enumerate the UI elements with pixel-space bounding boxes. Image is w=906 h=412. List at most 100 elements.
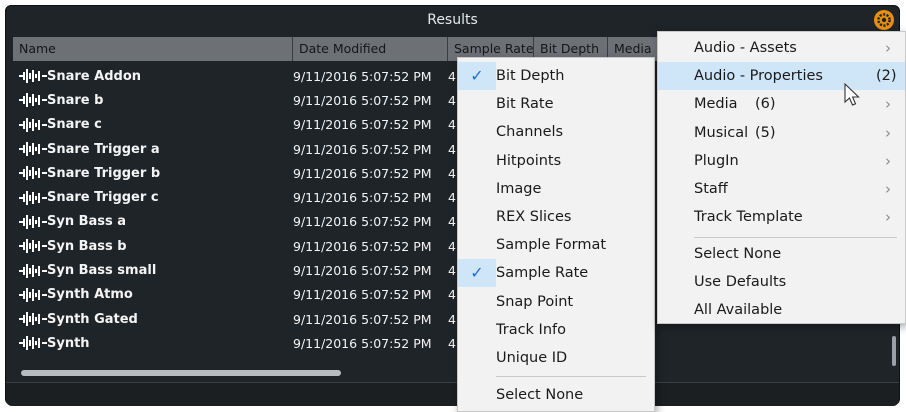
item-date-modified: 9/11/2016 5:07:52 PM — [293, 92, 432, 108]
menu-item-bit-depth[interactable]: ✓ Bit Depth — [458, 62, 654, 90]
item-date-modified: 9/11/2016 5:07:52 PM — [293, 214, 432, 230]
item-sample-rate: 4 — [448, 141, 456, 157]
menu-item-media[interactable]: Media (6) › — [658, 90, 905, 118]
column-header-date-modified[interactable]: Date Modified — [293, 37, 448, 61]
menu-item-count: (5) — [755, 124, 776, 141]
waveform-icon — [19, 166, 47, 181]
chevron-right-icon: › — [885, 208, 891, 227]
menu-item-rex-slices[interactable]: REX Slices — [458, 203, 654, 231]
item-date-modified: 9/11/2016 5:07:52 PM — [293, 68, 432, 84]
chevron-right-icon: › — [885, 151, 891, 170]
item-date-modified: 9/11/2016 5:07:52 PM — [293, 238, 432, 254]
waveform-icon — [19, 239, 47, 254]
vertical-scrollbar[interactable] — [892, 336, 896, 366]
menu-item-label: REX Slices — [496, 209, 572, 225]
menu-item-select-none[interactable]: Select None — [658, 240, 905, 268]
item-name: Snare Addon — [47, 68, 142, 84]
item-sample-rate: 4 — [448, 117, 456, 133]
menu-item-hitpoints[interactable]: Hitpoints — [458, 147, 654, 175]
waveform-icon — [19, 214, 47, 229]
menu-item-label: Unique ID — [496, 350, 568, 366]
waveform-icon — [19, 93, 47, 108]
menu-item-select-none[interactable]: Select None — [458, 381, 654, 409]
menu-item-track-template[interactable]: Track Template › — [658, 203, 905, 231]
chevron-right-icon: › — [885, 180, 891, 198]
checkmark-icon: ✓ — [458, 62, 496, 90]
item-name: Synth Gated — [47, 311, 138, 327]
item-date-modified: 9/11/2016 5:07:52 PM — [293, 117, 432, 133]
menu-item-label: Staff — [694, 181, 728, 197]
column-header-name[interactable]: Name — [13, 37, 293, 61]
menu-item-unique-id[interactable]: Unique ID — [458, 344, 654, 372]
menu-item-staff[interactable]: Staff › — [658, 175, 905, 203]
menu-item-label: Media — [694, 96, 738, 113]
menu-item-label: Bit Depth — [496, 68, 565, 84]
item-sample-rate: 4 — [448, 263, 456, 279]
item-name: Synth Atmo — [47, 287, 133, 303]
item-sample-rate: 4 — [448, 165, 456, 181]
menu-item-use-defaults[interactable]: Use Defaults — [658, 268, 905, 296]
item-name: Snare c — [47, 117, 102, 133]
item-sample-rate: 4 — [448, 287, 456, 303]
menu-item-snap-point[interactable]: Snap Point — [458, 288, 654, 316]
item-name: Snare b — [47, 92, 104, 108]
menu-item-channels[interactable]: Channels — [458, 118, 654, 146]
menu-item-sample-rate[interactable]: ✓ Sample Rate — [458, 259, 654, 288]
menu-item-label: Audio - Properties — [694, 68, 823, 85]
menu-separator — [496, 376, 646, 377]
menu-item-label: Select None — [496, 387, 584, 403]
menu-item-count: (6) — [755, 96, 776, 113]
properties-menu: ✓ Bit Depth Bit Rate Channels Hitpoints Image… — [457, 57, 655, 412]
item-name: Snare Trigger a — [47, 141, 160, 157]
waveform-icon — [19, 263, 47, 278]
waveform-icon — [19, 287, 47, 302]
menu-item-label: Select None — [694, 246, 782, 262]
menu-item-label: Snap Point — [496, 293, 574, 310]
item-date-modified: 9/11/2016 5:07:52 PM — [293, 311, 432, 327]
mouse-pointer-icon — [844, 83, 860, 106]
menu-item-label: Channels — [496, 124, 564, 141]
menu-item-sample-format[interactable]: Sample Format — [458, 231, 654, 259]
menu-item-image[interactable]: Image — [458, 175, 654, 203]
item-date-modified: 9/11/2016 5:07:52 PM — [293, 190, 432, 206]
menu-item-label: Sample Format — [496, 237, 607, 254]
chevron-right-icon: › — [885, 39, 891, 57]
horizontal-scrollbar[interactable] — [13, 368, 893, 378]
menu-item-audio-assets[interactable]: Audio - Assets › — [658, 34, 905, 62]
menu-item-label: Hitpoints — [496, 152, 562, 169]
menu-item-label: Musical — [694, 124, 749, 141]
menu-item-audio-properties[interactable]: Audio - Properties (2) — [658, 62, 905, 91]
item-sample-rate: 4 — [448, 214, 456, 230]
waveform-icon — [19, 190, 47, 205]
menu-item-musical[interactable]: Musical (5) › — [658, 119, 905, 147]
menu-item-label: Audio - Assets — [694, 40, 797, 56]
waveform-icon — [19, 336, 47, 351]
chevron-right-icon: › — [885, 123, 891, 142]
menu-separator — [694, 237, 897, 238]
item-date-modified: 9/11/2016 5:07:52 PM — [293, 287, 432, 303]
item-date-modified: 9/11/2016 5:07:52 PM — [293, 263, 432, 279]
item-name: Syn Bass b — [47, 238, 127, 254]
list-item[interactable]: Synth 9/11/2016 5:07:52 PM 4 — [13, 331, 893, 355]
menu-item-label: Sample Rate — [496, 265, 589, 282]
menu-item-label: Image — [496, 180, 542, 197]
menu-item-all-available[interactable]: All Available — [658, 296, 905, 324]
item-sample-rate: 4 — [448, 190, 456, 206]
menu-item-label: Track Template — [694, 209, 803, 226]
menu-item-track-info[interactable]: Track Info — [458, 316, 654, 344]
menu-item-label: All Available — [694, 302, 783, 319]
gear-icon[interactable] — [873, 9, 895, 31]
menu-item-label: Bit Rate — [496, 96, 554, 113]
item-sample-rate: 4 — [448, 238, 456, 254]
bottom-bar — [6, 382, 899, 406]
item-date-modified: 9/11/2016 5:07:52 PM — [293, 165, 432, 181]
category-menu: Audio - Assets › Audio - Properties (2) Medi… — [657, 31, 906, 324]
waveform-icon — [19, 142, 47, 157]
item-date-modified: 9/11/2016 5:07:52 PM — [293, 335, 432, 351]
menu-item-bit-rate[interactable]: Bit Rate — [458, 90, 654, 118]
menu-item-plugin[interactable]: PlugIn › — [658, 147, 905, 175]
item-sample-rate: 4 — [448, 335, 456, 351]
scrollbar-thumb[interactable] — [21, 370, 341, 376]
waveform-icon — [19, 69, 47, 84]
waveform-icon — [19, 312, 47, 327]
